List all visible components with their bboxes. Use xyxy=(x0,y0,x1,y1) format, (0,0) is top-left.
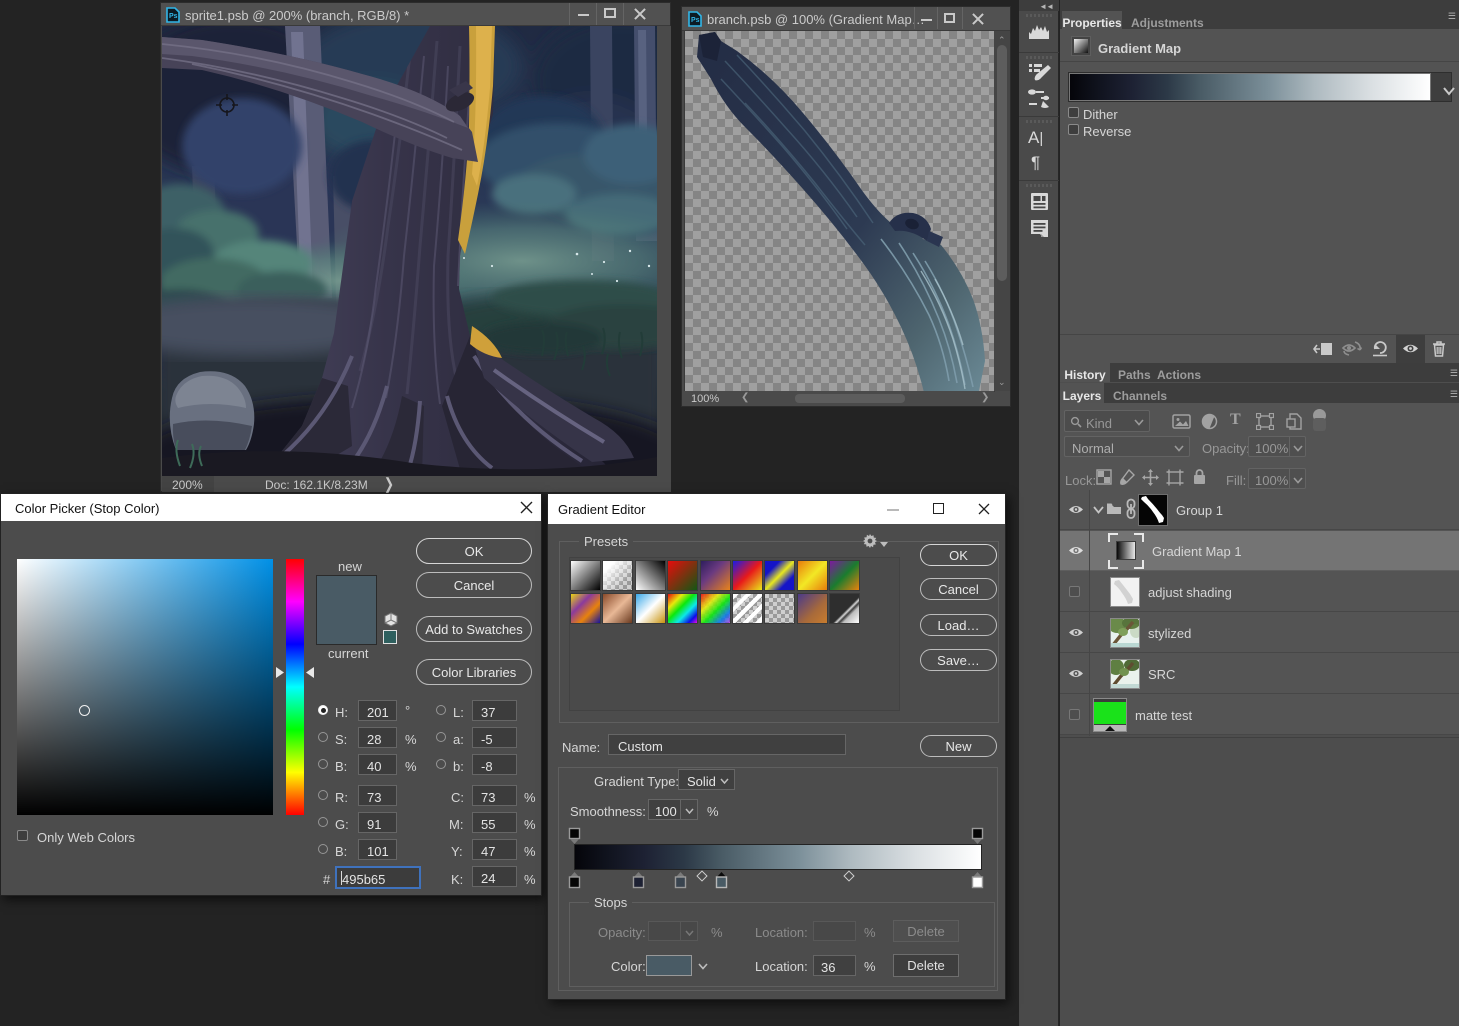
svg-text:Ps: Ps xyxy=(169,13,178,20)
svg-text:Ps: Ps xyxy=(691,17,700,24)
